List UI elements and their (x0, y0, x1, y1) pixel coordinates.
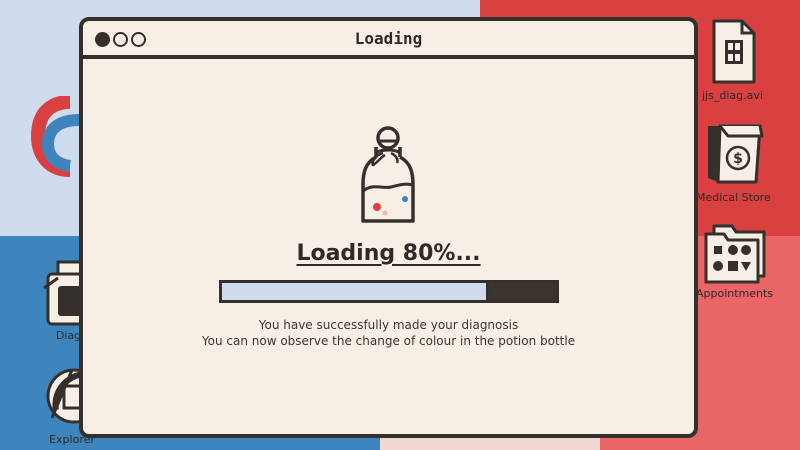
maximize-button[interactable] (131, 32, 146, 47)
desktop-icon-label: jjs_diag.avi (702, 89, 763, 102)
svg-text:$: $ (733, 151, 743, 167)
status-message-line-2: You can now observe the change of colour… (201, 334, 576, 348)
loading-window: Loading Loading 80%... You have successf… (79, 17, 698, 438)
progress-bar-fill (222, 283, 490, 300)
desktop-icon-appointments[interactable]: Appointments (696, 222, 773, 300)
desktop-icon-label: Medical Store (696, 191, 771, 204)
window-title: Loading (354, 28, 423, 48)
appointments-folder-icon (704, 224, 766, 284)
status-message-line-1: You have successfully made your diagnosi… (258, 318, 519, 332)
progress-bar (219, 280, 559, 303)
window-content: Loading 80%... You have successfully mad… (83, 59, 694, 434)
minimize-button[interactable] (113, 32, 128, 47)
video-file-icon (712, 19, 756, 84)
loading-heading: Loading 80%... (296, 241, 481, 266)
desktop-icon-label: Appointments (696, 287, 774, 300)
close-button[interactable] (95, 32, 110, 47)
desktop-icon-video-file[interactable]: jjs_diag.avi (702, 18, 763, 102)
window-titlebar[interactable]: Loading (83, 21, 694, 59)
window-controls (95, 32, 146, 47)
desktop-icon-medical-store[interactable]: $ Medical Store (696, 120, 771, 204)
potion-bottle-icon (361, 126, 415, 223)
store-bag-icon: $ (708, 124, 764, 184)
